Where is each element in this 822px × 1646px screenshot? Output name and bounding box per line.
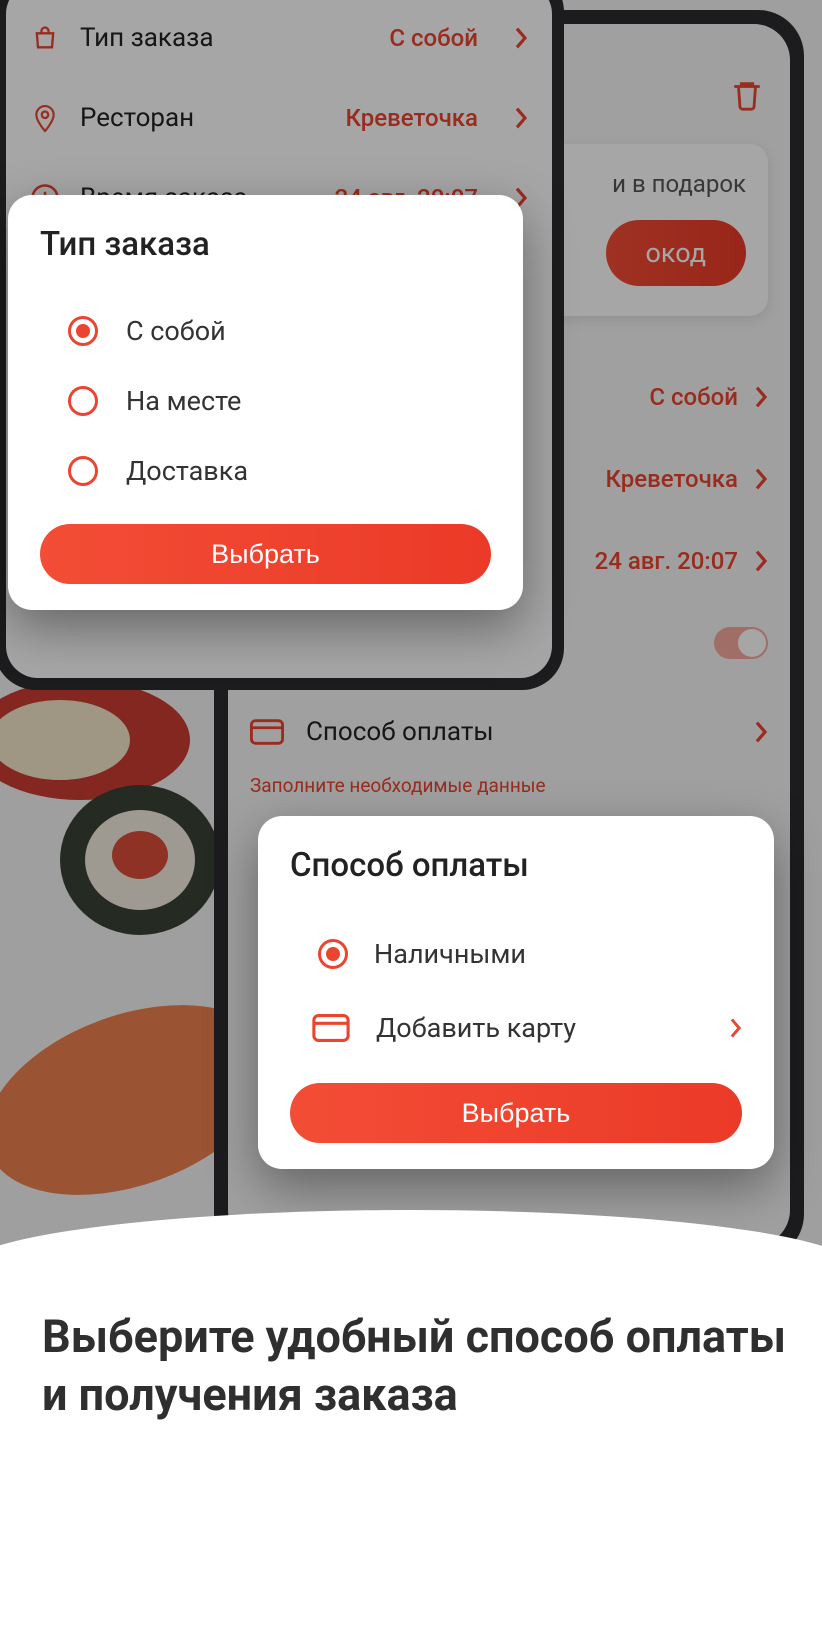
option-delivery[interactable]: Доставка xyxy=(68,436,491,506)
footer-section: Выберите удобный способ оплаты и получен… xyxy=(0,1270,822,1646)
modal-title: Тип заказа xyxy=(40,225,491,264)
radio-selected-icon xyxy=(318,939,348,969)
option-cash[interactable]: Наличными xyxy=(318,917,742,991)
modal-title: Способ оплаты xyxy=(290,846,742,885)
chevron-right-icon xyxy=(729,1017,742,1039)
radio-icon xyxy=(68,456,98,486)
select-button[interactable]: Выбрать xyxy=(40,524,491,584)
option-dinein[interactable]: На месте xyxy=(68,366,491,436)
select-button[interactable]: Выбрать xyxy=(290,1083,742,1143)
option-takeaway[interactable]: С собой xyxy=(68,296,491,366)
order-type-modal: Тип заказа С собой На месте Доставка Выб… xyxy=(8,195,523,610)
radio-selected-icon xyxy=(68,316,98,346)
option-add-card[interactable]: Добавить карту xyxy=(312,991,742,1065)
radio-icon xyxy=(68,386,98,416)
card-icon xyxy=(312,1014,350,1042)
headline: Выберите удобный способ оплаты и получен… xyxy=(42,1308,822,1423)
payment-modal: Способ оплаты Наличными Добавить карту В… xyxy=(258,816,774,1169)
